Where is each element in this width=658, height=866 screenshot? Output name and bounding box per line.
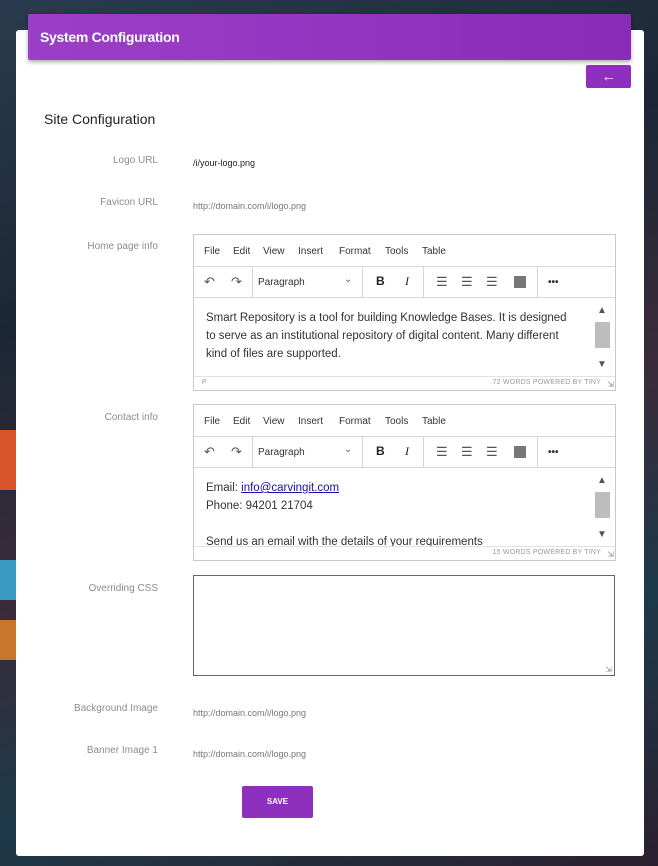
editor-content[interactable]: Smart Repository is a tool for building … <box>194 298 615 376</box>
editor-statusbar: P 72 WORDS POWERED BY TINY ⇲ <box>194 376 615 390</box>
menu-format[interactable]: Format <box>339 416 371 427</box>
chevron-down-icon[interactable]: ⌄ <box>344 274 352 285</box>
redo-icon[interactable]: ↷ <box>231 275 242 288</box>
favicon-url-label: Favicon URL <box>100 197 158 208</box>
scroll-up-icon[interactable]: ▲ <box>597 472 607 490</box>
editor-scrollbar[interactable]: ▲ ▼ <box>593 468 611 546</box>
scrollbar-thumb[interactable] <box>595 322 610 348</box>
more-button[interactable]: ••• <box>548 446 559 459</box>
contact-info-text: Email: info@carvingit.com Phone: 94201 2… <box>194 468 615 546</box>
favicon-url-field[interactable]: http://domain.com/i/logo.png <box>193 201 306 211</box>
email-prefix: Email: <box>206 482 242 494</box>
align-center-icon[interactable]: ☰ <box>461 445 473 458</box>
contact-info-editor: File Edit View Insert Format Tools Table… <box>193 404 616 561</box>
editor-scrollbar[interactable]: ▲ ▼ <box>593 298 611 376</box>
section-title: Site Configuration <box>44 111 156 127</box>
email-link[interactable]: info@carvingit.com <box>241 482 339 494</box>
message-line: Send us an email with the details of you… <box>206 536 483 546</box>
italic-button[interactable]: I <box>405 275 409 288</box>
align-right-icon[interactable]: ☰ <box>486 275 498 288</box>
editor-statusbar: 15 WORDS POWERED BY TINY ⇲ <box>194 546 615 560</box>
home-info-editor: File Edit View Insert Format Tools Table… <box>193 234 616 391</box>
banner-image-field[interactable]: http://domain.com/i/logo.png <box>193 749 306 759</box>
banner-image-label: Banner Image 1 <box>86 745 158 756</box>
scroll-down-icon[interactable]: ▼ <box>597 526 607 544</box>
menu-edit[interactable]: Edit <box>233 416 250 427</box>
menu-view[interactable]: View <box>263 246 285 257</box>
more-button[interactable]: ••• <box>548 276 559 289</box>
menu-table[interactable]: Table <box>422 416 446 427</box>
css-textarea[interactable]: ⇲ <box>193 575 615 676</box>
editor-menubar: File Edit View Insert Format Tools Table <box>194 235 615 267</box>
block-format-select[interactable]: Paragraph <box>258 447 305 458</box>
menu-file[interactable]: File <box>204 246 220 257</box>
resize-handle-icon[interactable]: ⇲ <box>607 550 614 559</box>
background-image-field[interactable]: http://domain.com/i/logo.png <box>193 708 306 718</box>
page-header: System Configuration <box>28 14 631 60</box>
element-path: P <box>202 379 207 386</box>
menu-insert[interactable]: Insert <box>298 416 323 427</box>
background-decoration <box>0 620 16 660</box>
align-left-icon[interactable]: ☰ <box>436 445 448 458</box>
scroll-down-icon[interactable]: ▼ <box>597 356 607 374</box>
home-info-text: Smart Repository is a tool for building … <box>206 312 567 360</box>
undo-icon[interactable]: ↶ <box>204 275 215 288</box>
editor-menubar: File Edit View Insert Format Tools Table <box>194 405 615 437</box>
menu-tools[interactable]: Tools <box>385 246 408 257</box>
block-format-select[interactable]: Paragraph <box>258 277 305 288</box>
logo-url-label: Logo URL <box>112 155 158 166</box>
menu-edit[interactable]: Edit <box>233 246 250 257</box>
save-button[interactable]: SAVE <box>242 786 313 818</box>
menu-file[interactable]: File <box>204 416 220 427</box>
align-right-icon[interactable]: ☰ <box>486 445 498 458</box>
menu-view[interactable]: View <box>263 416 285 427</box>
menu-format[interactable]: Format <box>339 246 371 257</box>
undo-icon[interactable]: ↶ <box>204 445 215 458</box>
menu-tools[interactable]: Tools <box>385 416 408 427</box>
chevron-down-icon[interactable]: ⌄ <box>344 444 352 455</box>
scroll-up-icon[interactable]: ▲ <box>597 302 607 320</box>
word-count: 15 WORDS POWERED BY TINY <box>492 549 601 556</box>
arrow-left-icon: ← <box>601 68 616 84</box>
phone-line: Phone: 94201 21704 <box>206 500 313 512</box>
editor-content[interactable]: Email: info@carvingit.com Phone: 94201 2… <box>194 468 615 546</box>
align-left-icon[interactable]: ☰ <box>436 275 448 288</box>
resize-handle-icon[interactable]: ⇲ <box>605 665 612 674</box>
redo-icon[interactable]: ↷ <box>231 445 242 458</box>
menu-insert[interactable]: Insert <box>298 246 323 257</box>
italic-button[interactable]: I <box>405 445 409 458</box>
contact-info-label: Contact info <box>104 412 158 423</box>
menu-table[interactable]: Table <box>422 246 446 257</box>
scrollbar-thumb[interactable] <box>595 492 610 518</box>
back-button[interactable]: ← <box>586 65 631 88</box>
editor-toolbar: ↶ ↷ Paragraph ⌄ B I ☰ ☰ ☰ ••• <box>194 267 615 298</box>
home-info-label: Home page info <box>87 241 158 252</box>
page-title: System Configuration <box>40 29 180 45</box>
justify-icon[interactable] <box>514 446 526 458</box>
align-center-icon[interactable]: ☰ <box>461 275 473 288</box>
bold-button[interactable]: B <box>376 445 385 458</box>
logo-url-field[interactable]: /i/your-logo.png <box>193 158 255 168</box>
resize-handle-icon[interactable]: ⇲ <box>607 380 614 389</box>
word-count: 72 WORDS POWERED BY TINY <box>492 379 601 386</box>
background-image-label: Background Image <box>74 703 158 714</box>
justify-icon[interactable] <box>514 276 526 288</box>
editor-toolbar: ↶ ↷ Paragraph ⌄ B I ☰ ☰ ☰ ••• <box>194 437 615 468</box>
bold-button[interactable]: B <box>376 275 385 288</box>
css-label: Overriding CSS <box>88 583 158 594</box>
